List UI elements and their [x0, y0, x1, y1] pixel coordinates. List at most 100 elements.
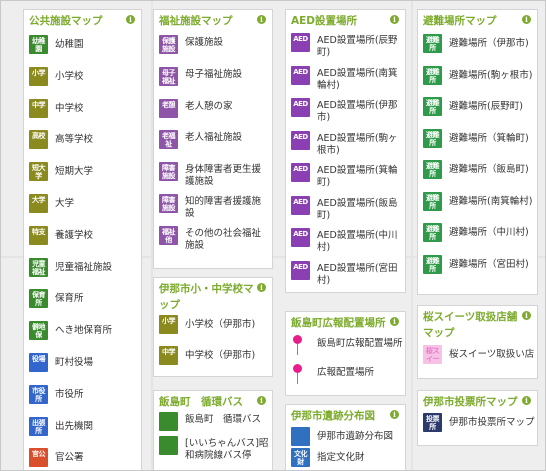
layer-item[interactable]: [いいちゃんバス]昭和病院線バス停 [159, 435, 270, 461]
layer-item[interactable]: 投票所 伊那市投票所マップ [423, 412, 535, 436]
facility-icon: 特支 [29, 225, 48, 245]
facility-icon: 小学 [29, 66, 48, 86]
info-icon[interactable]: i [390, 15, 399, 24]
evacuation-icon: 避難所 [423, 191, 442, 211]
layer-item[interactable]: 幼稚園 幼稚園 [29, 34, 139, 64]
layer-item-label: AED設置場所(飯島町) [317, 197, 398, 221]
layer-item[interactable]: 官公 官公署 [29, 447, 139, 470]
layer-item-label: 飯島町広報配置場所 [317, 338, 403, 349]
layer-item[interactable]: 老福祉 老人福祉施設 [159, 129, 270, 159]
layer-item[interactable]: 市役所 市役所 [29, 384, 139, 414]
layer-item[interactable]: 避難所 避難場所（飯島町) [423, 159, 535, 189]
layer-item[interactable]: 保護施設 保護施設 [159, 34, 270, 64]
layer-item-label: 老人福祉施設 [185, 132, 243, 144]
layer-item[interactable]: 小学 小学校 [29, 66, 139, 96]
info-icon[interactable]: i [390, 317, 399, 326]
layer-item[interactable]: 広報配置場所 [291, 362, 403, 389]
facility-icon: 保育所 [29, 289, 48, 309]
layer-item[interactable]: 大学 大学 [29, 193, 139, 223]
layer-item-label: その他の社会福祉施設 [185, 227, 262, 251]
layer-item[interactable]: AED AED設置場所(飯島町) [291, 195, 403, 226]
layer-item[interactable]: 中学 中学校 [29, 98, 139, 128]
layer-item[interactable]: 避難所 避難場所（中川村) [423, 222, 535, 252]
layer-item[interactable]: 母子福祉 母子福祉施設 [159, 66, 270, 96]
layer-item-label: 避難場所(辰野町) [449, 101, 523, 112]
layer-item[interactable]: 僻地保 へき地保育所 [29, 320, 139, 350]
layer-item[interactable]: 飯島町広報配置場所 [291, 333, 403, 360]
aed-icon: AED [291, 65, 310, 85]
card-title: AED設置場所 [291, 15, 358, 27]
layer-item[interactable]: 文化財 指定文化財 [291, 447, 403, 467]
layer-item[interactable]: 出張所 出先機関 [29, 416, 139, 446]
layer-item[interactable]: 役場 町村役場 [29, 352, 139, 382]
card-title: 飯島町広報配置場所 [291, 317, 386, 329]
layer-item[interactable]: 桜スイーツ桜スイーツ取扱い店 [423, 344, 535, 368]
layer-item[interactable]: AED AED設置場所(伊那市) [291, 97, 403, 128]
layer-item-label: AED設置場所(中川村) [317, 230, 398, 253]
layer-item[interactable]: 障害施設 身体障害者更生援護施設 [159, 161, 270, 191]
aed-icon: AED [291, 195, 310, 215]
layer-item[interactable]: 児童福祉 児童福祉施設 [29, 257, 139, 287]
layer-item[interactable]: AED AED設置場所(南箕輪村) [291, 65, 403, 96]
layer-item-label: 幼稚園 [55, 39, 84, 50]
aed-icon: AED [291, 98, 310, 117]
info-icon[interactable]: i [522, 15, 531, 24]
layer-item[interactable]: 避難所 避難場所(南箕輪村) [423, 191, 535, 221]
layer-item[interactable]: 高校 高等学校 [29, 129, 139, 159]
public-facilities-card: 公共施設マップ i 幼稚園 幼稚園 小学 小学校 中学 中学校 高校 高等学校 短大学 短期大学大… [23, 9, 142, 470]
evacuation-icon: 避難所 [423, 65, 442, 85]
facility-icon: 幼稚園 [29, 35, 48, 54]
layer-item[interactable]: 中学 中学校（伊那市) [159, 345, 270, 374]
school-icon: 中学 [159, 346, 178, 365]
layer-item[interactable]: AED AED設置場所(宮田村) [291, 260, 403, 291]
layer-item[interactable]: 小学 小学校（伊那市) [159, 314, 270, 343]
layer-item[interactable]: AED AED設置場所(辰野町) [291, 32, 403, 63]
layer-item[interactable]: 保育所 保育所 [29, 288, 139, 318]
layer-item[interactable]: 福祉他 その他の社会福祉施設 [159, 225, 270, 255]
layer-item[interactable]: 飯島町 循環バス [159, 411, 270, 433]
card-title: 伊那市小・中学校マップ [159, 283, 254, 311]
layer-item-label: 出先機関 [55, 420, 94, 432]
layer-item[interactable]: 伊那市遺跡分布図 [291, 426, 403, 446]
evacuation-icon: 避難所 [423, 223, 442, 242]
layer-item[interactable]: 障害施設 知的障害者援護施設 [159, 193, 270, 223]
ina-voting-card: 伊那市投票所マップ i 投票所 伊那市投票所マップ [417, 390, 538, 446]
info-icon[interactable]: i [126, 15, 135, 24]
layer-item-label: 老人憩の家 [185, 100, 233, 112]
layer-item-label: AED設置場所(伊那市) [317, 100, 398, 123]
layer-item[interactable]: 老憩 老人憩の家 [159, 98, 270, 128]
map-pin-icon [293, 335, 302, 355]
info-icon[interactable]: i [257, 396, 266, 405]
evacuation-icon: 避難所 [423, 254, 442, 274]
info-icon[interactable]: i [257, 283, 266, 292]
layer-item[interactable]: 避難所 避難場所（箕輪町) [423, 128, 535, 158]
layer-item[interactable]: AED AED設置場所(箕輪町) [291, 162, 403, 193]
layer-item-label: 避難場所（宮田村) [449, 258, 529, 270]
layer-item-label: 避難場所(駒ヶ根市) [449, 69, 533, 81]
layer-item-label: 保護施設 [185, 37, 224, 48]
layer-item-label: 避難場所（中川村) [449, 227, 529, 238]
aed-icon: AED [291, 33, 310, 52]
facility-icon: 出張所 [29, 416, 48, 436]
layer-item[interactable]: 避難所 避難場所（伊那市) [423, 33, 535, 63]
layer-item[interactable]: 避難所 避難場所(辰野町) [423, 96, 535, 126]
info-icon[interactable]: i [522, 311, 531, 320]
layer-item[interactable]: 特支 養護学校 [29, 225, 139, 255]
info-icon[interactable]: i [257, 15, 266, 24]
info-icon[interactable]: i [390, 410, 399, 419]
welfare-icon: 保護施設 [159, 35, 178, 54]
layer-item[interactable]: 避難所 避難場所（宮田村) [423, 254, 535, 284]
welfare-facilities-card: 福祉施設マップ i 保護施設 保護施設 母子福祉 母子福祉施設 老憩 老人憩の家 老福祉 老人… [153, 9, 273, 269]
layer-item-label: 身体障害者更生援護施設 [185, 164, 262, 188]
facility-icon: 児童福祉 [29, 257, 48, 277]
layer-item-label: 桜スイーツ取扱い店 [449, 349, 535, 360]
layer-item[interactable]: AED AED設置場所(駒ヶ根市) [291, 130, 403, 161]
welfare-icon: 障害施設 [159, 194, 178, 213]
evacuation-icon: 避難所 [423, 128, 442, 148]
layer-item[interactable]: 避難所 避難場所(駒ヶ根市) [423, 65, 535, 95]
info-icon[interactable]: i [522, 396, 531, 405]
layer-item[interactable]: 短大学 短期大学 [29, 161, 139, 191]
layer-item[interactable]: AED AED設置場所(中川村) [291, 227, 403, 258]
layer-item-label: 避難場所（飯島町) [449, 164, 529, 175]
welfare-icon: 母子福祉 [159, 66, 178, 86]
